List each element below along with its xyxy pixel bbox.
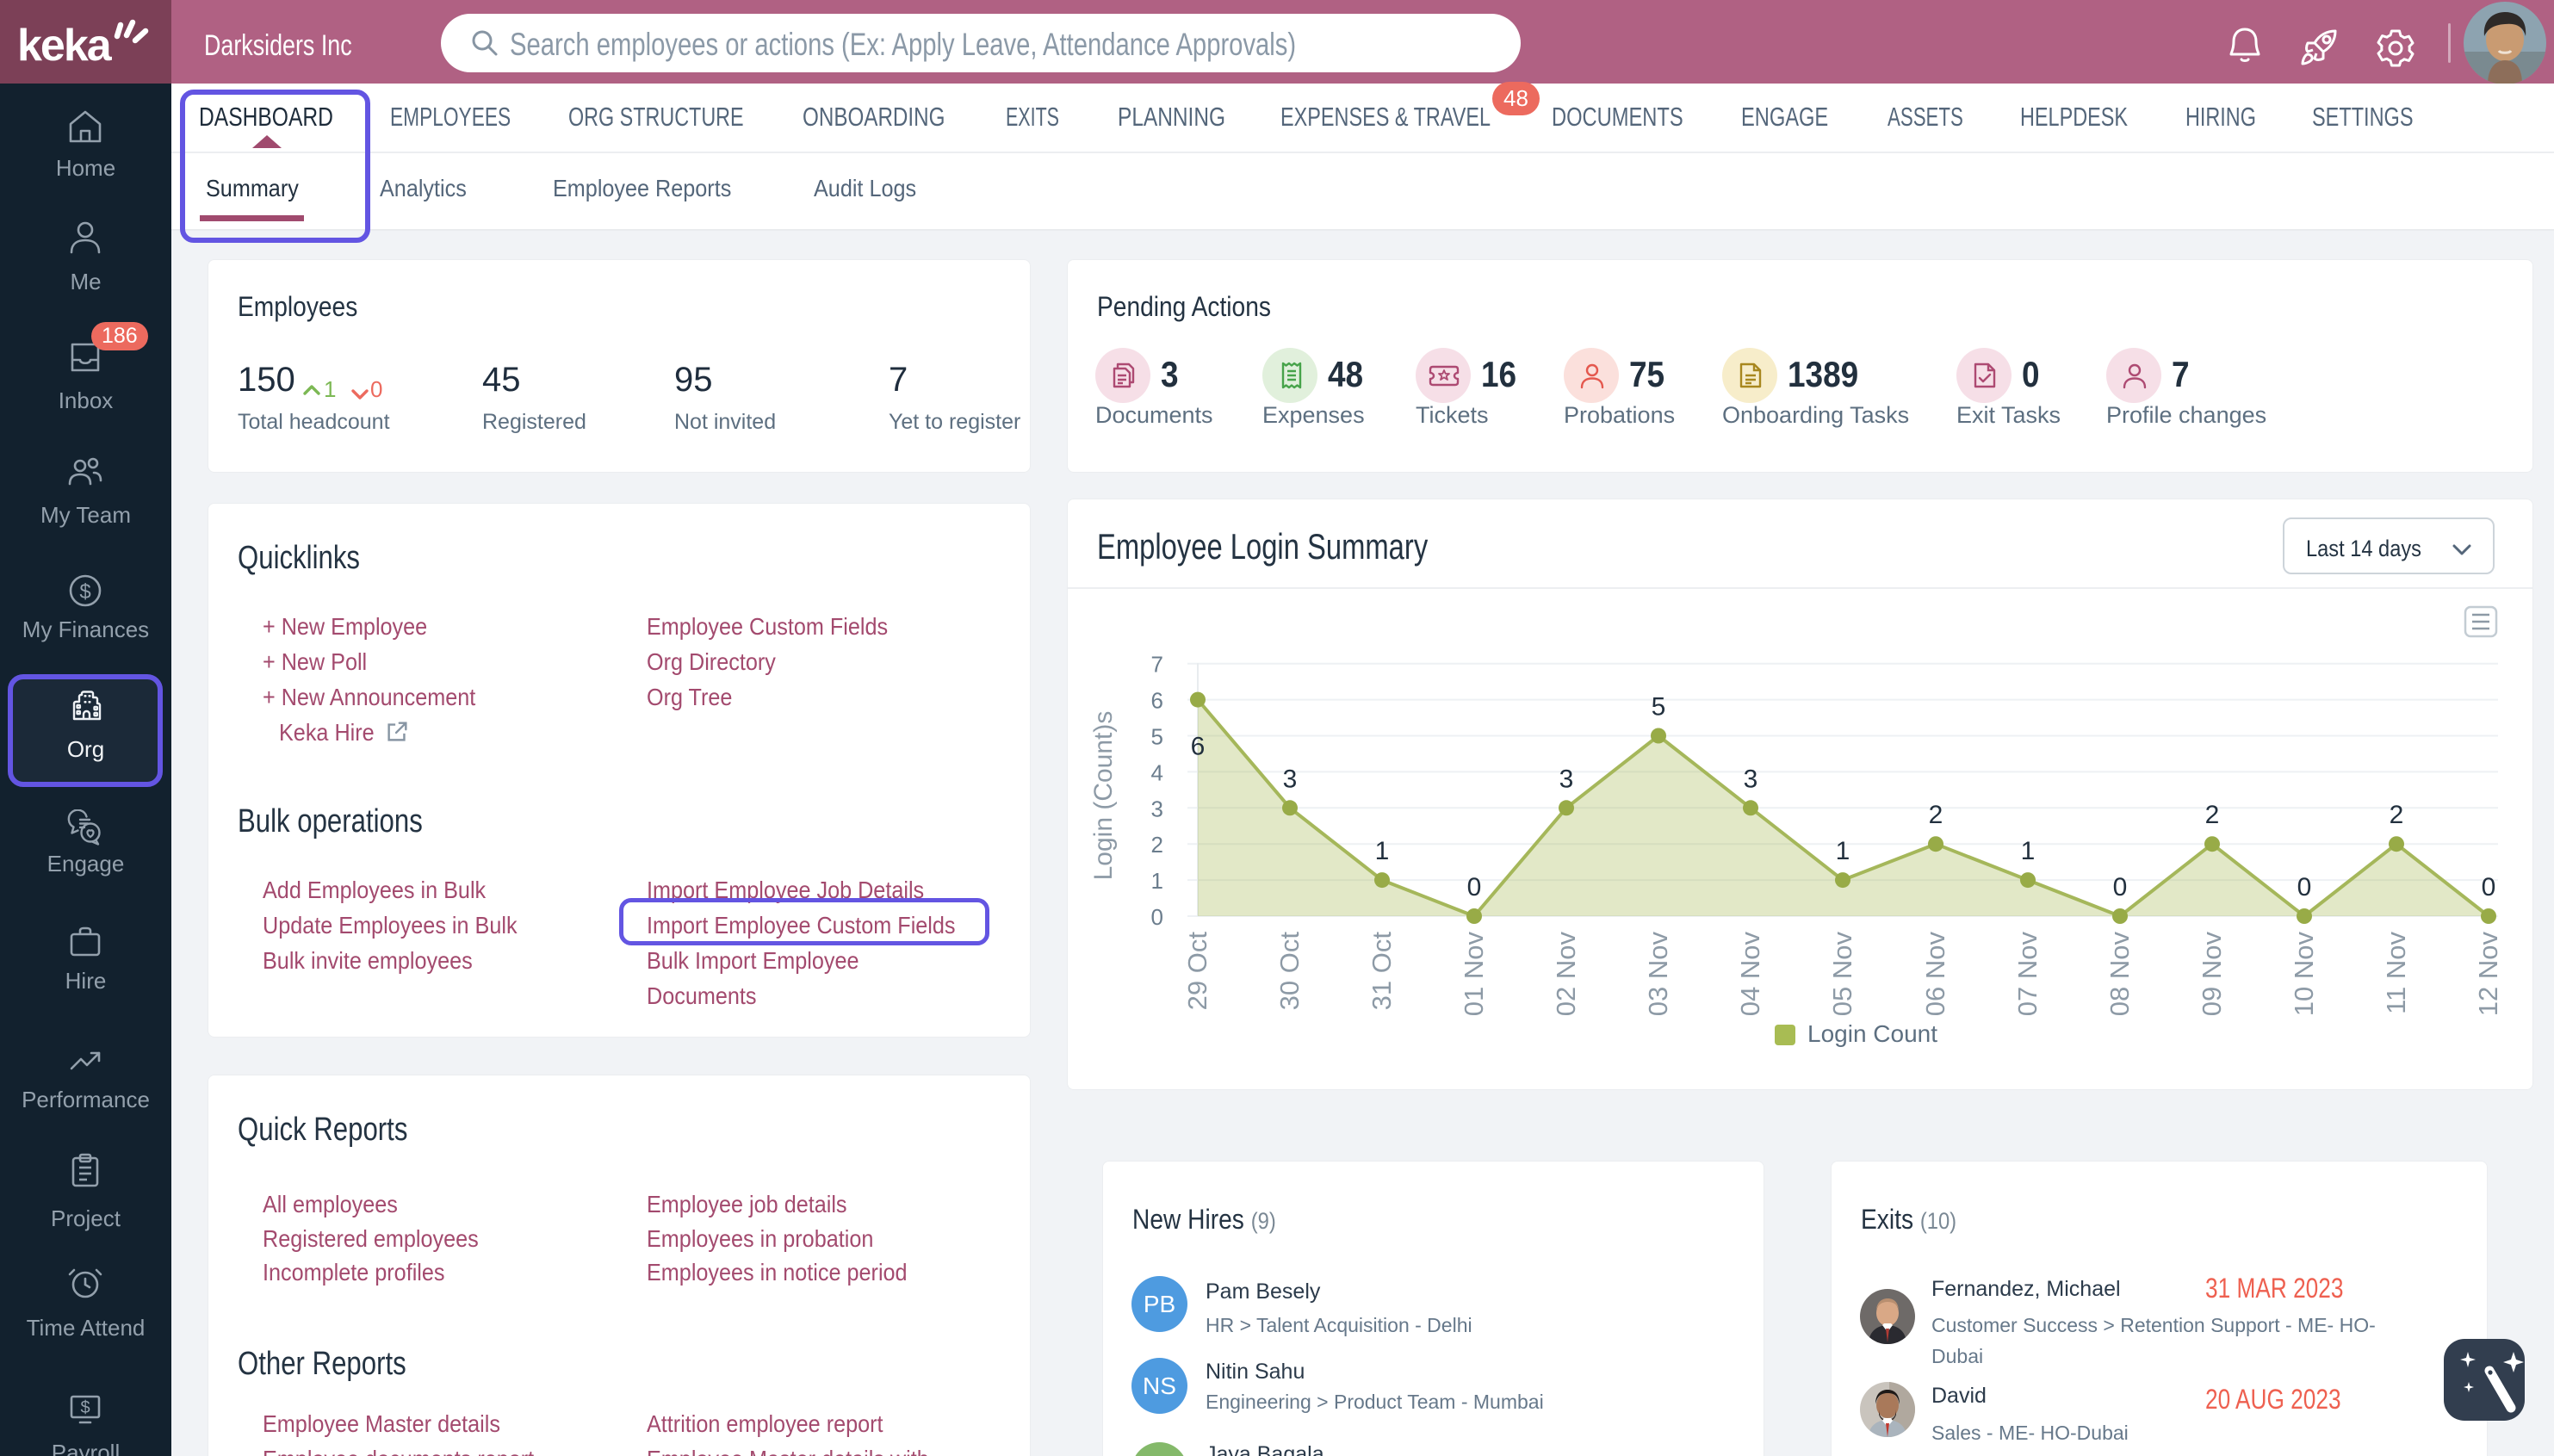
svg-text:$: $ <box>79 580 90 604</box>
svg-text:0: 0 <box>1467 873 1482 901</box>
svg-text:31 Oct: 31 Oct <box>1367 932 1397 1011</box>
svg-text:4: 4 <box>1151 759 1163 785</box>
svg-text:08 Nov: 08 Nov <box>2105 932 2135 1017</box>
svg-text:6: 6 <box>1151 688 1163 714</box>
svg-text:keka: keka <box>17 21 113 69</box>
svg-text:03 Nov: 03 Nov <box>1643 932 1673 1017</box>
svg-text:1: 1 <box>2021 837 2036 865</box>
svg-text:0: 0 <box>2482 873 2496 901</box>
svg-text:2: 2 <box>2390 801 2404 829</box>
svg-text:5: 5 <box>1151 724 1163 750</box>
svg-text:07 Nov: 07 Nov <box>2012 932 2043 1017</box>
svg-text:2: 2 <box>1151 832 1163 858</box>
svg-text:3: 3 <box>1559 765 1574 793</box>
svg-text:29 Oct: 29 Oct <box>1182 932 1212 1011</box>
svg-text:05 Nov: 05 Nov <box>1827 932 1857 1017</box>
svg-text:30 Oct: 30 Oct <box>1274 932 1305 1011</box>
svg-text:10 Nov: 10 Nov <box>2289 932 2319 1017</box>
svg-text:12 Nov: 12 Nov <box>2473 932 2503 1017</box>
svg-text:0: 0 <box>2297 873 2312 901</box>
svg-text:1: 1 <box>1375 837 1390 865</box>
svg-text:2: 2 <box>1929 801 1943 829</box>
svg-text:6: 6 <box>1191 733 1206 761</box>
svg-text:3: 3 <box>1744 765 1758 793</box>
svg-text:$: $ <box>80 1398 90 1417</box>
svg-text:04 Nov: 04 Nov <box>1735 932 1765 1017</box>
svg-text:Login Count: Login Count <box>1807 1020 1937 1047</box>
svg-text:06 Nov: 06 Nov <box>1920 932 1950 1017</box>
svg-text:01 Nov: 01 Nov <box>1459 932 1489 1017</box>
svg-text:09 Nov: 09 Nov <box>2197 932 2227 1017</box>
svg-text:11 Nov: 11 Nov <box>2381 932 2411 1014</box>
svg-text:0: 0 <box>1151 904 1163 930</box>
svg-text:5: 5 <box>1652 693 1666 722</box>
svg-text:02 Nov: 02 Nov <box>1551 932 1581 1017</box>
svg-text:1: 1 <box>1151 868 1163 894</box>
svg-text:Login (Count)s: Login (Count)s <box>1089 711 1118 881</box>
svg-text:7: 7 <box>1151 652 1163 678</box>
svg-text:0: 0 <box>2113 873 2128 901</box>
svg-text:3: 3 <box>1151 796 1163 821</box>
svg-text:1: 1 <box>1836 837 1850 865</box>
svg-text:2: 2 <box>2205 801 2220 829</box>
svg-text:3: 3 <box>1283 765 1298 793</box>
